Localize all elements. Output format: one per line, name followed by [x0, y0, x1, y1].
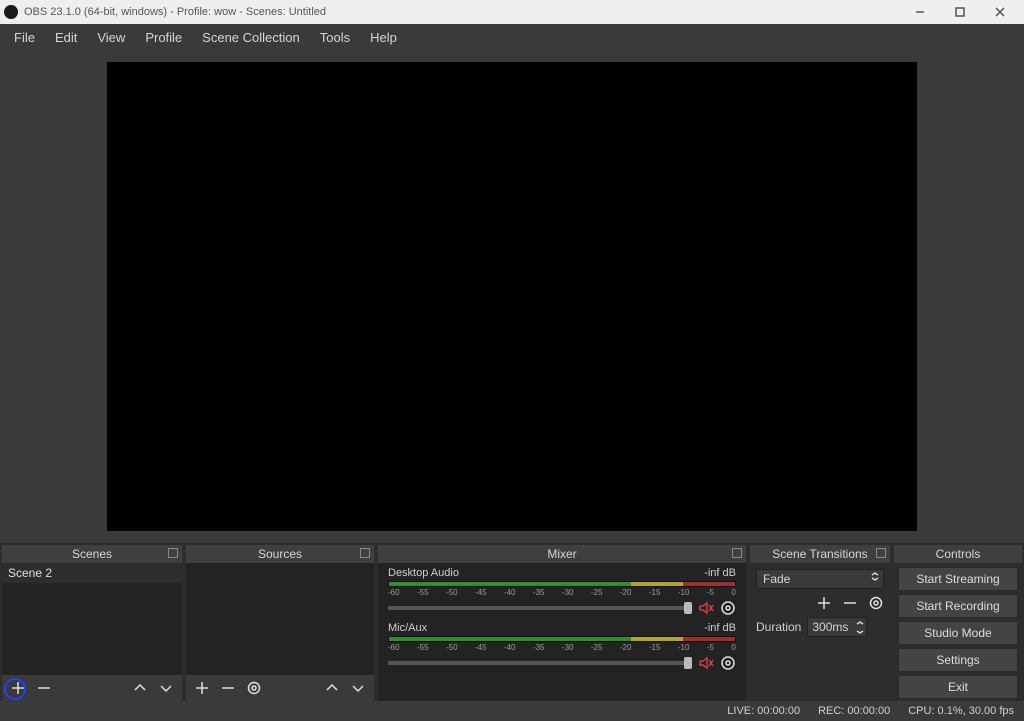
- exit-button[interactable]: Exit: [898, 675, 1018, 699]
- mixer-popout-icon[interactable]: [732, 548, 742, 558]
- channel-settings-icon[interactable]: [720, 655, 736, 671]
- mixer-dock: Mixer Desktop Audio -inf dB -60-55-50-45…: [378, 545, 746, 701]
- transitions-popout-icon[interactable]: [876, 548, 886, 558]
- maximize-button[interactable]: [940, 0, 980, 24]
- status-live: LIVE: 00:00:00: [727, 705, 800, 717]
- preview-canvas[interactable]: [107, 62, 917, 531]
- add-scene-button[interactable]: [10, 680, 26, 696]
- channel-level: -inf dB: [704, 567, 736, 579]
- volume-slider[interactable]: [388, 606, 692, 610]
- status-cpu: CPU: 0.1%, 30.00 fps: [908, 705, 1014, 717]
- duration-value: 300ms: [812, 620, 848, 634]
- scenes-toolbar: [2, 675, 182, 701]
- scenes-popout-icon[interactable]: [168, 548, 178, 558]
- transitions-header: Scene Transitions: [750, 545, 890, 563]
- chevron-up-icon[interactable]: [854, 618, 866, 627]
- mixer-title: Mixer: [547, 547, 576, 561]
- menu-scene-collection[interactable]: Scene Collection: [192, 26, 310, 49]
- start-streaming-button[interactable]: Start Streaming: [898, 567, 1018, 591]
- scenes-list[interactable]: Scene 2: [2, 563, 182, 675]
- menu-file[interactable]: File: [4, 26, 45, 49]
- move-scene-up-button[interactable]: [132, 680, 148, 696]
- chevron-down-icon[interactable]: [854, 627, 866, 636]
- sources-toolbar: [186, 675, 374, 701]
- transitions-body: Fade Duration 300ms: [750, 563, 890, 643]
- channel-name: Desktop Audio: [388, 567, 459, 579]
- controls-body: Start Streaming Start Recording Studio M…: [894, 563, 1022, 703]
- scenes-dock: Scenes Scene 2: [2, 545, 182, 701]
- channel-level: -inf dB: [704, 622, 736, 634]
- status-bar: LIVE: 00:00:00 REC: 00:00:00 CPU: 0.1%, …: [0, 701, 1024, 721]
- menu-help[interactable]: Help: [360, 26, 407, 49]
- move-source-up-button[interactable]: [324, 680, 340, 696]
- channel-name: Mic/Aux: [388, 622, 427, 634]
- remove-scene-button[interactable]: [36, 680, 52, 696]
- volume-meter: [388, 581, 736, 587]
- move-source-down-button[interactable]: [350, 680, 366, 696]
- controls-dock: Controls Start Streaming Start Recording…: [894, 545, 1022, 701]
- duration-label: Duration: [756, 620, 801, 634]
- transitions-title: Scene Transitions: [772, 547, 867, 561]
- minimize-button[interactable]: [900, 0, 940, 24]
- window-title: OBS 23.1.0 (64-bit, windows) - Profile: …: [24, 6, 900, 18]
- scene-item[interactable]: Scene 2: [2, 563, 182, 583]
- transitions-dock: Scene Transitions Fade Duration 300ms: [750, 545, 890, 701]
- sources-dock: Sources: [186, 545, 374, 701]
- add-transition-button[interactable]: [816, 595, 832, 611]
- preview-area: [0, 50, 1024, 543]
- menu-tools[interactable]: Tools: [310, 26, 360, 49]
- close-button[interactable]: [980, 0, 1020, 24]
- volume-slider[interactable]: [388, 661, 692, 665]
- studio-mode-button[interactable]: Studio Mode: [898, 621, 1018, 645]
- mixer-channel-desktop-audio: Desktop Audio -inf dB -60-55-50-45-40-35…: [378, 563, 746, 618]
- controls-title: Controls: [936, 547, 981, 561]
- channel-settings-icon[interactable]: [720, 600, 736, 616]
- meter-ticks: -60-55-50-45-40-35-30-25-20-15-10-50: [388, 588, 736, 597]
- add-source-button[interactable]: [194, 680, 210, 696]
- meter-ticks: -60-55-50-45-40-35-30-25-20-15-10-50: [388, 643, 736, 652]
- mixer-header: Mixer: [378, 545, 746, 563]
- settings-button[interactable]: Settings: [898, 648, 1018, 672]
- volume-meter: [388, 636, 736, 642]
- remove-source-button[interactable]: [220, 680, 236, 696]
- mixer-body: Desktop Audio -inf dB -60-55-50-45-40-35…: [378, 563, 746, 701]
- move-scene-down-button[interactable]: [158, 680, 174, 696]
- menu-profile[interactable]: Profile: [135, 26, 192, 49]
- menu-bar: File Edit View Profile Scene Collection …: [0, 24, 1024, 50]
- transition-properties-button[interactable]: [868, 595, 884, 611]
- mute-icon[interactable]: [698, 600, 714, 616]
- chevron-updown-icon: [871, 572, 879, 581]
- duration-spinbox[interactable]: 300ms: [807, 617, 867, 637]
- controls-header: Controls: [894, 545, 1022, 563]
- menu-edit[interactable]: Edit: [45, 26, 87, 49]
- remove-transition-button[interactable]: [842, 595, 858, 611]
- transition-select[interactable]: Fade: [756, 569, 884, 589]
- sources-header: Sources: [186, 545, 374, 563]
- status-rec: REC: 00:00:00: [818, 705, 890, 717]
- scenes-title: Scenes: [72, 547, 112, 561]
- sources-list[interactable]: [186, 563, 374, 675]
- scenes-header: Scenes: [2, 545, 182, 563]
- transition-selected: Fade: [763, 572, 790, 586]
- obs-logo-icon: [4, 5, 18, 19]
- mute-icon[interactable]: [698, 655, 714, 671]
- docks-row: Scenes Scene 2 Sources: [0, 543, 1024, 701]
- sources-title: Sources: [258, 547, 302, 561]
- menu-view[interactable]: View: [87, 26, 135, 49]
- sources-popout-icon[interactable]: [360, 548, 370, 558]
- source-properties-button[interactable]: [246, 680, 262, 696]
- start-recording-button[interactable]: Start Recording: [898, 594, 1018, 618]
- titlebar: OBS 23.1.0 (64-bit, windows) - Profile: …: [0, 0, 1024, 24]
- mixer-channel-mic-aux: Mic/Aux -inf dB -60-55-50-45-40-35-30-25…: [378, 618, 746, 673]
- spin-buttons[interactable]: [854, 618, 866, 636]
